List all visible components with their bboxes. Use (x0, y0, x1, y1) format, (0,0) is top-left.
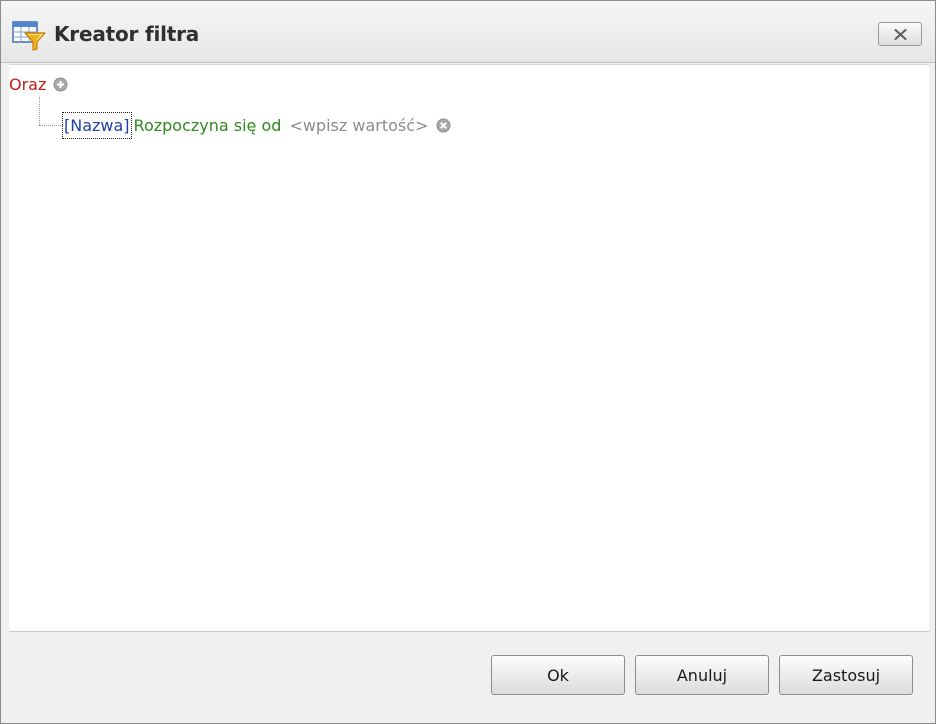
filter-table-icon (12, 21, 46, 51)
condition-operator[interactable]: Rozpoczyna się od (134, 116, 282, 135)
filter-tree-panel: Oraz [Nazwa] Rozpoczyna się od <wpisz wa… (9, 64, 929, 632)
cancel-button[interactable]: Anuluj (635, 655, 769, 695)
title-bar: Kreator filtra (1, 1, 935, 63)
filter-group-row: Oraz (9, 73, 68, 95)
close-button[interactable] (878, 22, 922, 46)
filter-condition-row: [Nazwa] Rozpoczyna się od <wpisz wartość… (62, 111, 451, 139)
tree-connector-horizontal (39, 125, 63, 126)
group-operator[interactable]: Oraz (9, 75, 46, 94)
condition-field[interactable]: [Nazwa] (62, 111, 132, 139)
condition-value[interactable]: <wpisz wartość> (289, 116, 428, 135)
remove-circle-icon[interactable] (436, 118, 451, 133)
filter-builder-dialog: Kreator filtra Oraz [Nazwa] Rozpoczyna s… (0, 0, 936, 724)
dialog-footer: Ok Anuluj Zastosuj (1, 632, 935, 723)
dialog-title: Kreator filtra (54, 22, 200, 46)
apply-button[interactable]: Zastosuj (779, 655, 913, 695)
tree-connector-vertical (39, 97, 40, 125)
ok-button[interactable]: Ok (491, 655, 625, 695)
plus-circle-icon[interactable] (53, 77, 68, 92)
close-icon (894, 29, 907, 40)
